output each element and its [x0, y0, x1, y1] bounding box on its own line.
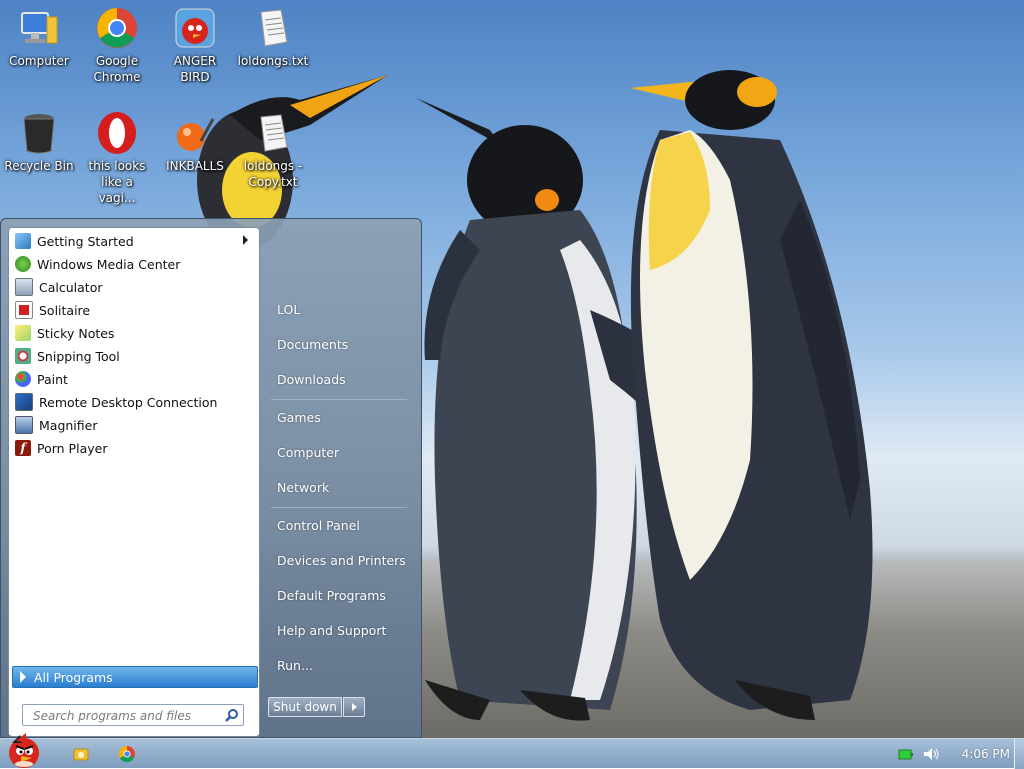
- explorer-folder-icon[interactable]: [72, 745, 90, 763]
- program-label: Snipping Tool: [37, 348, 120, 364]
- recycle-bin-icon: [17, 111, 61, 155]
- start-right-computer[interactable]: Computer: [268, 440, 408, 466]
- clock[interactable]: 4:06 PM: [962, 747, 1010, 761]
- program-sticky-notes[interactable]: Sticky Notes: [12, 322, 256, 344]
- shut-down-options-button[interactable]: [343, 697, 365, 717]
- speaker-icon[interactable]: [922, 746, 940, 762]
- angry-bird-icon: [173, 6, 217, 50]
- desktop-icon-opera[interactable]: this looks like a vagi...: [78, 105, 156, 206]
- program-windows-media-center[interactable]: Windows Media Center: [12, 253, 256, 275]
- program-label: Remote Desktop Connection: [39, 394, 218, 410]
- desktop-icon-label: Google Chrome: [93, 54, 141, 84]
- program-label: Calculator: [39, 279, 103, 295]
- paint-icon: [15, 371, 31, 387]
- program-label: Solitaire: [39, 302, 91, 318]
- start-right-control-panel[interactable]: Control Panel: [268, 513, 408, 539]
- desktop-icon-label: INKBALLS: [166, 159, 224, 173]
- all-programs-label: All Programs: [34, 669, 113, 685]
- program-label: Windows Media Center: [37, 256, 181, 272]
- start-right-separator: [271, 399, 407, 400]
- program-magnifier[interactable]: Magnifier: [12, 414, 256, 436]
- text-file-icon: [251, 111, 295, 155]
- media-center-icon: [15, 256, 31, 272]
- desktop-icon-label: Recycle Bin: [4, 159, 74, 173]
- start-menu: Getting Started Windows Media Center Cal…: [0, 218, 422, 738]
- start-right-games[interactable]: Games: [268, 405, 408, 431]
- all-programs-button[interactable]: All Programs: [12, 666, 258, 688]
- calculator-icon: [15, 278, 33, 296]
- start-right-documents[interactable]: Documents: [268, 332, 408, 358]
- text-file-icon: [251, 6, 295, 50]
- program-solitaire[interactable]: Solitaire: [12, 299, 256, 321]
- program-remote-desktop-connection[interactable]: Remote Desktop Connection: [12, 391, 256, 413]
- program-label: Sticky Notes: [37, 325, 115, 341]
- start-right-default-programs[interactable]: Default Programs: [268, 583, 408, 609]
- desktop-icon-label: this looks like a vagi...: [88, 159, 146, 205]
- start-right-separator: [271, 507, 407, 508]
- magnifier-icon: [15, 416, 33, 434]
- start-right-help-and-support[interactable]: Help and Support: [268, 618, 408, 644]
- battery-icon[interactable]: [898, 747, 914, 761]
- shut-down-button[interactable]: Shut down: [268, 697, 342, 717]
- chrome-icon: [95, 6, 139, 50]
- program-label: Paint: [37, 371, 68, 387]
- show-desktop-button[interactable]: [1014, 739, 1024, 769]
- program-calculator[interactable]: Calculator: [12, 276, 256, 298]
- start-right-lol[interactable]: LOL: [268, 297, 408, 323]
- start-right-run[interactable]: Run...: [268, 653, 408, 679]
- chrome-icon[interactable]: [118, 745, 136, 763]
- search-icon[interactable]: [225, 708, 239, 722]
- solitaire-icon: [15, 301, 33, 319]
- chevron-right-icon: [352, 703, 357, 711]
- sticky-notes-icon: [15, 325, 31, 341]
- inkball-icon: [173, 111, 217, 155]
- program-label: Magnifier: [39, 417, 98, 433]
- desktop-icon-label: loldongs.txt: [237, 54, 309, 68]
- remote-desktop-icon: [15, 393, 33, 411]
- snipping-tool-icon: [15, 348, 31, 364]
- flash-player-icon: f: [15, 440, 31, 456]
- taskbar: 4:06 PM: [0, 733, 1024, 769]
- start-button[interactable]: [2, 731, 48, 769]
- start-right-network[interactable]: Network: [268, 475, 408, 501]
- program-label: Porn Player: [37, 440, 108, 456]
- getting-started-icon: [15, 233, 31, 249]
- desktop-icon-anger-bird[interactable]: ANGER BIRD: [156, 0, 234, 85]
- program-porn-player[interactable]: f Porn Player: [12, 437, 256, 459]
- start-search-box: [22, 704, 244, 726]
- program-paint[interactable]: Paint: [12, 368, 256, 390]
- program-snipping-tool[interactable]: Snipping Tool: [12, 345, 256, 367]
- program-label: Getting Started: [37, 233, 134, 249]
- submenu-arrow-icon: [243, 235, 248, 245]
- system-tray: 4:06 PM: [898, 739, 1010, 769]
- program-getting-started[interactable]: Getting Started: [12, 230, 256, 252]
- desktop-icon-google-chrome[interactable]: Google Chrome: [78, 0, 156, 85]
- desktop-icon-computer[interactable]: Computer: [0, 0, 78, 69]
- computer-icon: [17, 6, 61, 50]
- desktop-icon-loldongs-copy[interactable]: loldongs - Copy.txt: [234, 105, 312, 190]
- desktop-icon-label: ANGER BIRD: [173, 54, 217, 84]
- start-right-devices-and-printers[interactable]: Devices and Printers: [268, 548, 408, 574]
- start-right-downloads[interactable]: Downloads: [268, 367, 408, 393]
- desktop-icon-label: loldongs - Copy.txt: [243, 159, 303, 189]
- opera-icon: [95, 111, 139, 155]
- desktop-icon-label: Computer: [9, 54, 69, 68]
- start-menu-programs-pane: Getting Started Windows Media Center Cal…: [8, 227, 260, 737]
- all-programs-arrow-icon: [20, 671, 26, 683]
- start-search-input[interactable]: [31, 706, 225, 726]
- desktop-icon-loldongs[interactable]: loldongs.txt: [234, 0, 312, 69]
- desktop-icon-inkballs[interactable]: INKBALLS: [156, 105, 234, 174]
- desktop-icon-recycle-bin[interactable]: Recycle Bin: [0, 105, 78, 174]
